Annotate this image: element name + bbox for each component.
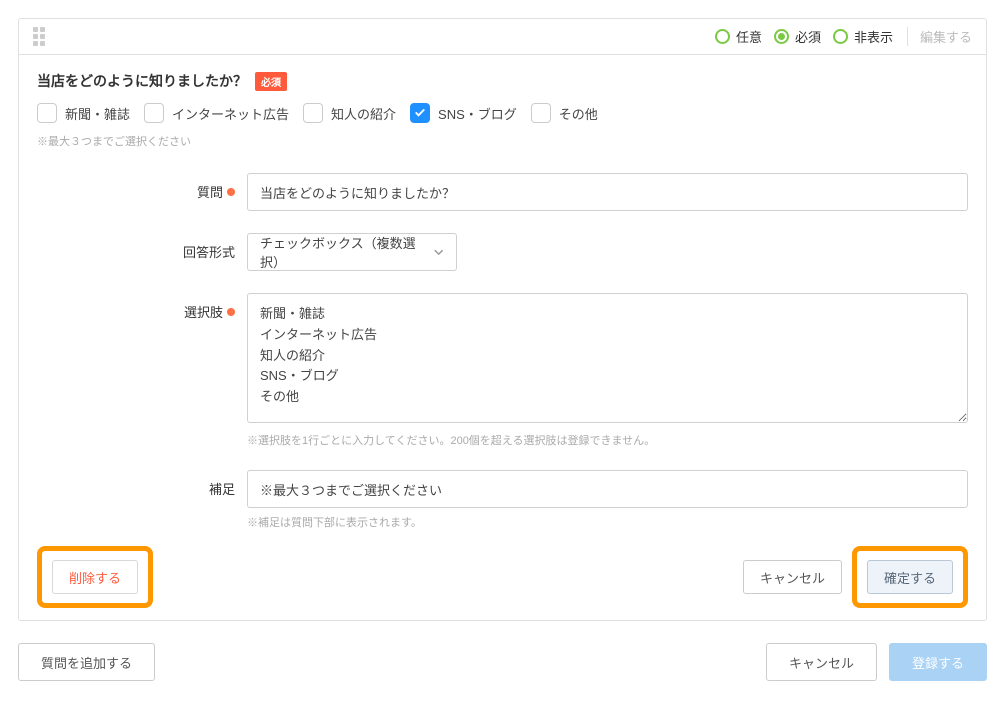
checkbox-icon: [303, 103, 323, 123]
radio-icon: [833, 29, 848, 44]
radio-label: 必須: [795, 27, 821, 46]
header-right: 任意 必須 非表示 編集する: [715, 27, 972, 46]
radio-label: 任意: [736, 27, 762, 46]
delete-button[interactable]: 削除する: [52, 560, 138, 594]
form-label: 選択肢: [37, 293, 247, 321]
option-label: SNS・ブログ: [438, 104, 517, 123]
choices-help: ※選択肢を1行ごとに入力してください。200個を超える選択肢は登録できません。: [247, 432, 968, 448]
form-label: 補足: [37, 470, 247, 498]
radio-hidden[interactable]: 非表示: [833, 27, 893, 46]
radio-required[interactable]: 必須: [774, 27, 821, 46]
required-dot-icon: [227, 188, 235, 196]
bottom-bar: 質問を追加する キャンセル 登録する: [0, 639, 1005, 695]
chevron-down-icon: [433, 246, 444, 258]
note-input[interactable]: [247, 470, 968, 508]
form-row-choices: 選択肢 ※選択肢を1行ごとに入力してください。200個を超える選択肢は登録できま…: [37, 293, 968, 448]
bottom-right: キャンセル 登録する: [766, 643, 987, 681]
question-input[interactable]: [247, 173, 968, 211]
preview-option[interactable]: 新聞・雑誌: [37, 103, 130, 123]
label-text: 質問: [197, 182, 223, 201]
checkbox-icon: [410, 103, 430, 123]
form-control: ※選択肢を1行ごとに入力してください。200個を超える選択肢は登録できません。: [247, 293, 968, 448]
note-help: ※補足は質問下部に表示されます。: [247, 514, 968, 530]
option-label: 知人の紹介: [331, 104, 396, 123]
option-label: その他: [559, 104, 598, 123]
preview-title-row: 当店をどのように知りましたか？ 必須: [37, 71, 968, 91]
add-question-button[interactable]: 質問を追加する: [18, 643, 155, 681]
label-text: 選択肢: [184, 302, 223, 321]
checkbox-icon: [37, 103, 57, 123]
answer-type-select[interactable]: チェックボックス（複数選択）: [247, 233, 457, 271]
form-area: 質問 回答形式 チェックボックス（複数選択）: [37, 173, 968, 530]
panel-footer: 削除する キャンセル 確定する: [37, 546, 968, 608]
label-text: 回答形式: [183, 242, 235, 261]
highlight-confirm: 確定する: [852, 546, 968, 608]
radio-icon: [715, 29, 730, 44]
question-panel: 任意 必須 非表示 編集する 当店をどのように知りましたか？ 必須 新: [18, 18, 987, 621]
grip-icon[interactable]: [33, 27, 45, 46]
form-row-question: 質問: [37, 173, 968, 211]
radio-label: 非表示: [854, 27, 893, 46]
preview-option[interactable]: その他: [531, 103, 598, 123]
required-dot-icon: [227, 308, 235, 316]
form-label: 質問: [37, 173, 247, 201]
form-control: チェックボックス（複数選択）: [247, 233, 968, 271]
confirm-button[interactable]: 確定する: [867, 560, 953, 594]
preview-hint: ※最大３つまでご選択ください: [37, 133, 968, 149]
preview-option[interactable]: SNS・ブログ: [410, 103, 517, 123]
preview-option[interactable]: 知人の紹介: [303, 103, 396, 123]
form-control: [247, 173, 968, 211]
select-value: チェックボックス（複数選択）: [260, 233, 433, 271]
radio-icon: [774, 29, 789, 44]
form-row-answer-type: 回答形式 チェックボックス（複数選択）: [37, 233, 968, 271]
preview-option[interactable]: インターネット広告: [144, 103, 289, 123]
bottom-cancel-button[interactable]: キャンセル: [766, 643, 877, 681]
checkbox-icon: [531, 103, 551, 123]
highlight-delete: 削除する: [37, 546, 153, 608]
preview-options: 新聞・雑誌 インターネット広告 知人の紹介 SNS・ブログ その他: [37, 103, 968, 123]
cancel-button[interactable]: キャンセル: [743, 560, 842, 594]
option-label: 新聞・雑誌: [65, 104, 130, 123]
form-control: ※補足は質問下部に表示されます。: [247, 470, 968, 530]
panel-header: 任意 必須 非表示 編集する: [19, 19, 986, 55]
register-button[interactable]: 登録する: [889, 643, 987, 681]
checkbox-icon: [144, 103, 164, 123]
edit-link[interactable]: 編集する: [907, 27, 972, 46]
panel-body: 当店をどのように知りましたか？ 必須 新聞・雑誌 インターネット広告 知人の紹介…: [19, 55, 986, 620]
footer-right: キャンセル 確定する: [743, 546, 968, 608]
choices-textarea[interactable]: [247, 293, 968, 423]
option-label: インターネット広告: [172, 104, 289, 123]
label-text: 補足: [209, 479, 235, 498]
preview-title: 当店をどのように知りましたか？: [37, 71, 247, 91]
form-label: 回答形式: [37, 233, 247, 261]
visibility-radio-group: 任意 必須 非表示: [715, 27, 893, 46]
required-badge: 必須: [255, 72, 287, 91]
radio-optional[interactable]: 任意: [715, 27, 762, 46]
form-row-note: 補足 ※補足は質問下部に表示されます。: [37, 470, 968, 530]
